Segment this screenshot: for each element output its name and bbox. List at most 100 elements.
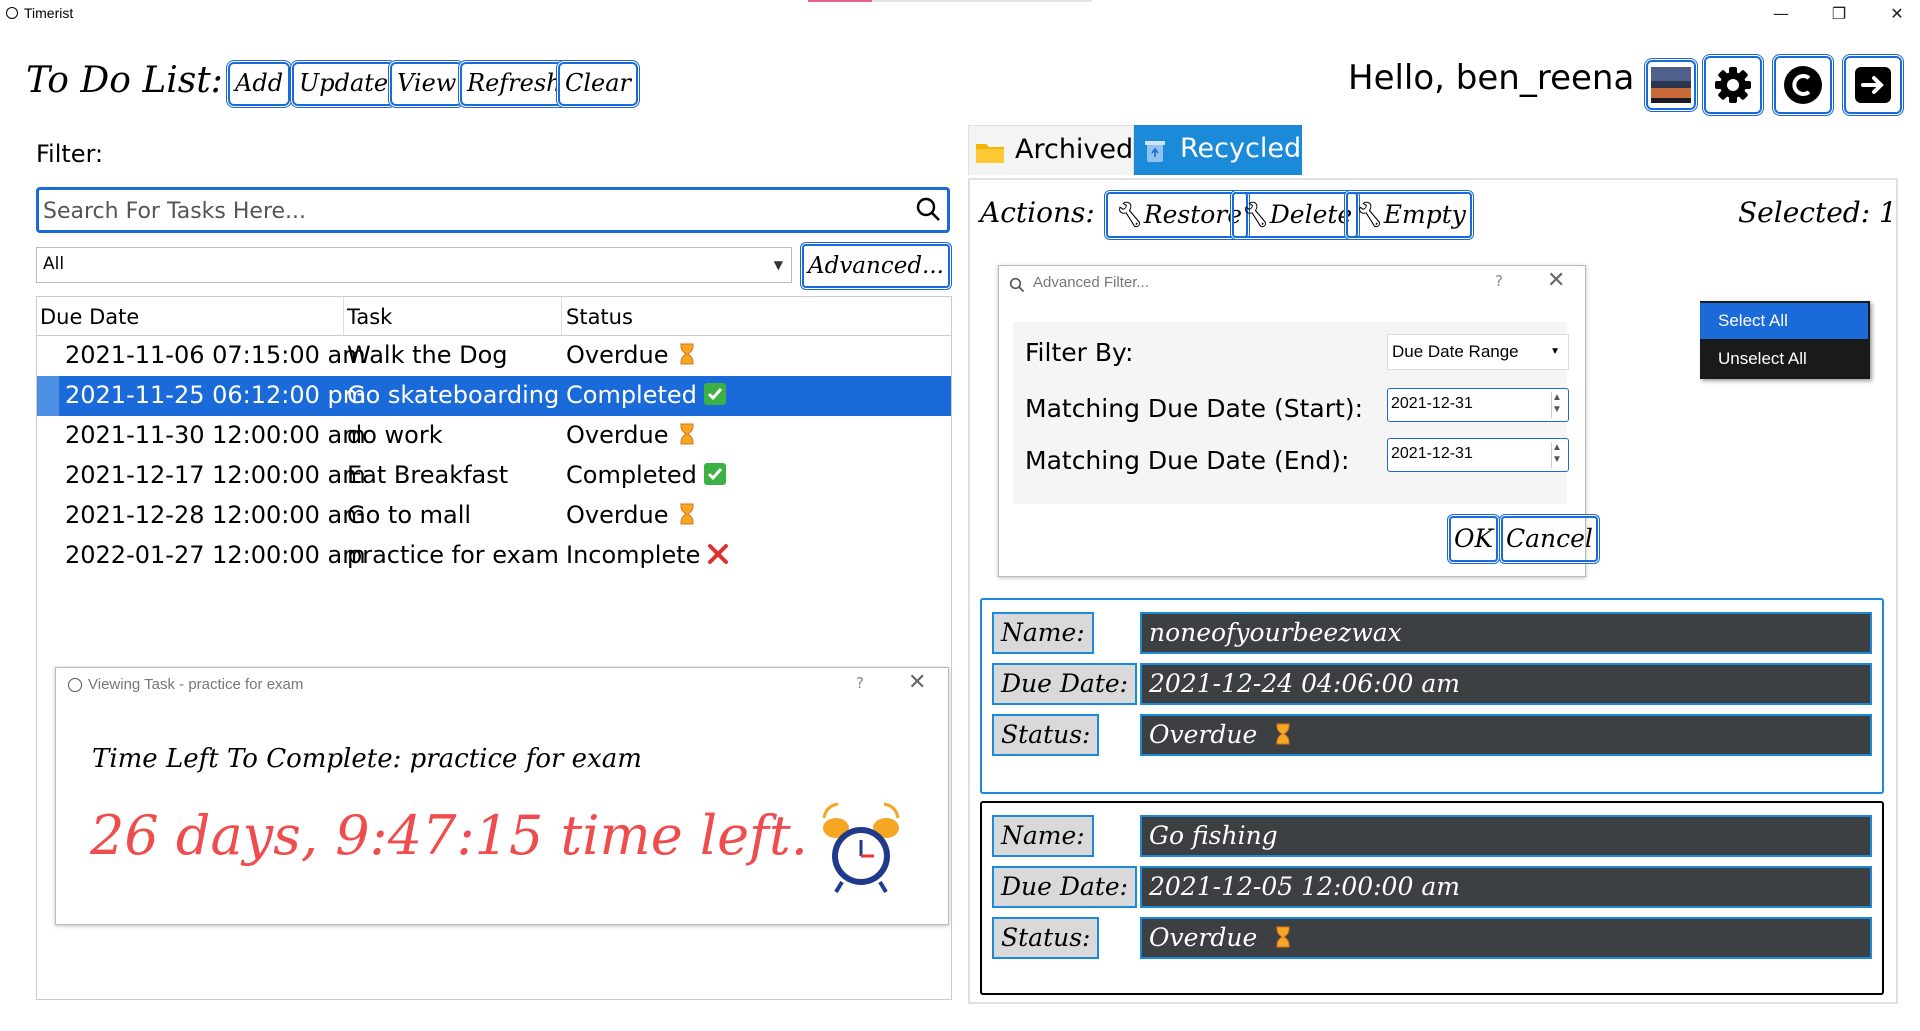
wrench-icon: 🔧︎ [1112,200,1144,229]
timer-logo-icon [68,678,82,692]
row-marker [37,376,59,416]
help-button[interactable]: ? [1495,272,1503,290]
table-row[interactable]: 2022-01-27 12:00:00 am practice for exam I… [37,536,951,576]
name-value: Go fishing [1140,815,1872,857]
dialog-close-button[interactable]: ✕ [908,670,926,695]
update-button[interactable]: Update [292,62,396,106]
status-filter-select[interactable]: All ▼ [36,247,792,283]
settings-button[interactable] [1704,56,1762,114]
row-marker [37,456,59,496]
table-row[interactable]: 2021-11-30 12:00:00 am do work Overdue [37,416,951,456]
status-text: Incomplete [566,541,701,569]
copyright-icon [1784,66,1822,104]
tab-archived-label: Archived [1015,134,1134,165]
chevron-down-icon: ▼ [1550,346,1560,357]
restore-button[interactable]: ❐ [1816,0,1862,28]
start-date-input[interactable]: 2021-12-31 ▲ ▼ [1387,388,1569,422]
status-text: Overdue [1149,720,1258,749]
viewing-task-dialog: Viewing Task - practice for exam ? ✕ Tim… [55,667,949,925]
restore-button[interactable]: 🔧︎Restore [1106,192,1249,238]
recycled-task-card[interactable]: Name: Go fishing Due Date: 2021-12-05 12… [980,801,1884,995]
selection-menu: Select All Unselect All [1700,301,1870,379]
check-icon [703,463,726,485]
advanced-filter-dialog: Advanced Filter... ? ✕ Filter By: Due Da… [998,265,1598,577]
table-row[interactable]: 2021-11-06 07:15:00 am Walk the Dog Overdu… [37,336,951,376]
tab-archived[interactable]: Archived [968,125,1134,175]
search-input[interactable] [41,194,905,228]
search-icon[interactable] [915,196,941,222]
view-button[interactable]: View [390,62,464,106]
hourglass-icon [680,503,694,525]
time-left-value: 26 days, 9:47:15 time left. [90,804,808,867]
title-accent [808,0,872,2]
start-date-label: Matching Due Date (Start): [1025,394,1364,423]
delete-button[interactable]: 🔧︎Delete [1232,192,1359,238]
table-header: Due Date Task Status [37,297,951,336]
status-text: Overdue [566,501,669,529]
ok-button[interactable]: OK [1449,516,1499,562]
due-date-value: 2021-12-24 04:06:00 am [1140,663,1872,705]
empty-button[interactable]: 🔧︎Empty [1346,192,1472,238]
table-row[interactable]: 2021-12-28 12:00:00 am Go to mall Overdue [37,496,951,536]
cross-icon [708,544,729,564]
unselect-all-option[interactable]: Unselect All [1700,341,1870,379]
minimize-button[interactable]: — [1758,0,1804,28]
wrench-icon: 🔧︎ [1352,200,1384,229]
timer-logo-icon [6,7,18,19]
delete-label: Delete [1269,200,1353,229]
close-button[interactable]: ✕ [1874,0,1920,28]
status-cell: Completed [566,381,727,409]
avatar-image-icon [1651,67,1691,103]
table-row[interactable]: 2021-12-17 12:00:00 am Eat Breakfast Compl… [37,456,951,496]
column-header-task[interactable]: Task [347,305,392,329]
name-label: Name: [992,815,1094,857]
tab-recycled-label: Recycled [1180,133,1302,164]
status-value: Overdue [1140,714,1872,756]
title-bar: Timerist — ❐ ✕ [0,0,1920,28]
date-spinner[interactable]: ▲ ▼ [1551,442,1562,468]
status-text: Completed [566,381,697,409]
recycled-task-card[interactable]: Name: noneofyourbeezwax Due Date: 2021-1… [980,598,1884,794]
task-cell: practice for exam [347,541,559,569]
check-icon [703,383,726,405]
due-date-cell: 2021-11-30 12:00:00 am [65,421,366,449]
end-date-value: 2021-12-31 [1391,445,1473,462]
folder-icon [976,144,1004,163]
filter-by-value: Due Date Range [1392,342,1519,361]
table-row[interactable]: 2021-11-25 06:12:00 pm Go skateboarding Co… [37,376,951,416]
add-button[interactable]: Add [228,62,291,106]
cancel-button[interactable]: Cancel [1501,516,1598,562]
task-cell: do work [347,421,443,449]
end-date-input[interactable]: 2021-12-31 ▲ ▼ [1387,438,1569,472]
status-text: Completed [566,461,697,489]
avatar-button[interactable] [1646,60,1696,110]
copyright-button[interactable] [1774,56,1832,114]
actions-label: Actions: [980,196,1095,229]
greeting: Hello, ben_reena [1348,58,1635,98]
column-divider[interactable] [561,297,562,335]
dialog-title: Viewing Task - practice for exam [88,676,304,693]
hourglass-icon [1276,723,1290,745]
due-date-value: 2021-12-05 12:00:00 am [1140,866,1872,908]
status-cell: Overdue [566,421,699,449]
dialog-close-button[interactable]: ✕ [1547,268,1565,293]
column-header-due-date[interactable]: Due Date [40,305,139,329]
filter-by-select[interactable]: Due Date Range ▼ [1387,334,1569,370]
refresh-button[interactable]: Refresh [460,62,569,106]
status-filter-value: All [43,254,65,274]
due-date-cell: 2021-11-06 07:15:00 am [65,341,366,369]
date-spinner[interactable]: ▲ ▼ [1551,392,1562,418]
clear-button[interactable]: Clear [558,62,639,106]
column-header-status[interactable]: Status [566,305,633,329]
tab-recycled[interactable]: Recycled [1134,125,1302,175]
search-icon [1009,277,1025,293]
due-date-cell: 2021-11-25 06:12:00 pm [65,381,367,409]
status-value: Overdue [1140,917,1872,959]
logout-button[interactable] [1844,56,1902,114]
help-button[interactable]: ? [856,674,864,692]
advanced-filter-button[interactable]: Advanced... [802,244,950,288]
restore-label: Restore [1143,200,1243,229]
column-divider[interactable] [343,297,344,335]
status-cell: Completed [566,461,727,489]
select-all-option[interactable]: Select All [1700,303,1868,339]
